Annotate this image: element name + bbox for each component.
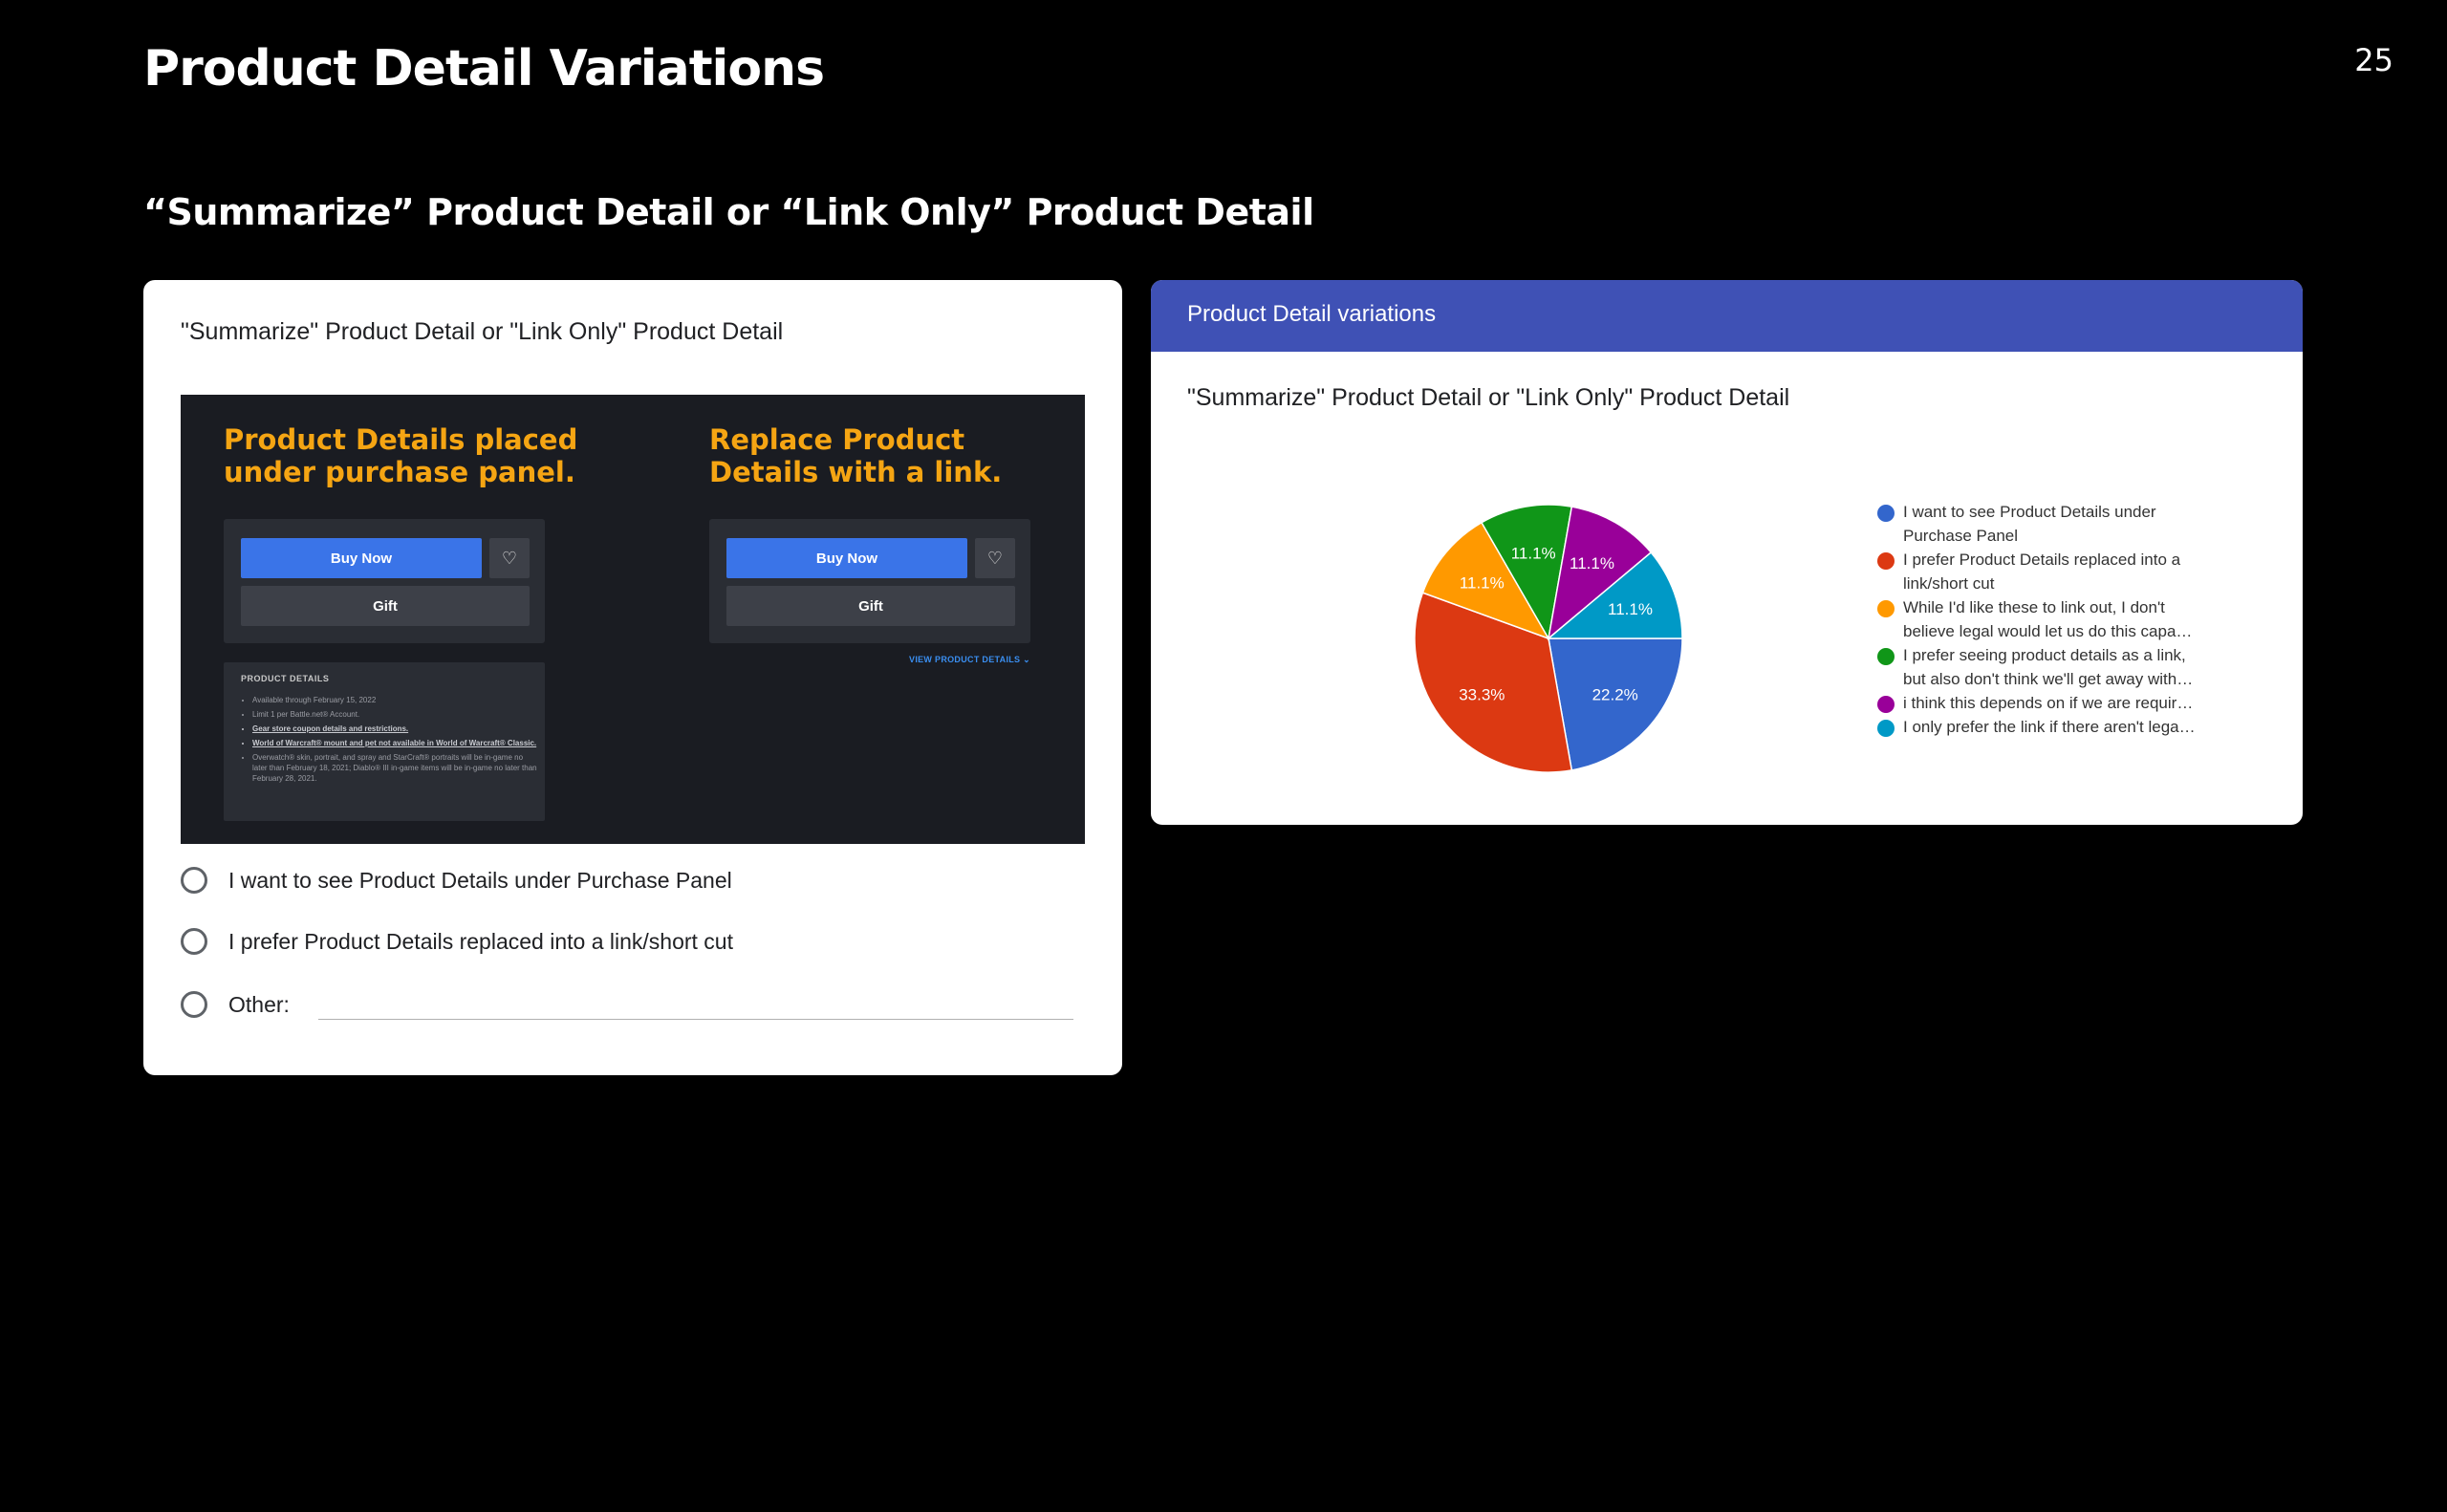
page-number: 25 (2354, 42, 2393, 78)
slice-label: 33.3% (1459, 685, 1505, 703)
slice-label: 11.1% (1460, 574, 1505, 593)
option-other[interactable]: Other: (181, 987, 290, 1022)
legend-label: While I'd like these to link out, I don'… (1903, 598, 2193, 640)
legend-item: I prefer Product Details replaced into a… (1877, 548, 2260, 595)
legend-label: i think this depends on if we are requir… (1903, 694, 2194, 712)
legend-item: I only prefer the link if there aren't l… (1877, 715, 2260, 739)
legend-label: I prefer seeing product details as a lin… (1903, 646, 2194, 688)
slice-label: 11.1% (1511, 544, 1556, 562)
details-item: Overwatch® skin, portrait, and spray and… (252, 752, 539, 784)
option-label: Other: (228, 991, 290, 1017)
legend-item: I prefer seeing product details as a lin… (1877, 643, 2260, 691)
legend-swatch (1877, 720, 1895, 737)
legend-item: I want to see Product Details under Purc… (1877, 500, 2260, 548)
buy-now-button: Buy Now (726, 538, 967, 578)
legend-label: I want to see Product Details under Purc… (1903, 503, 2156, 545)
form-question-card: "Summarize" Product Detail or "Link Only… (143, 280, 1122, 1075)
legend-label: I prefer Product Details replaced into a… (1903, 551, 2181, 593)
purchase-panel: Buy Now ♡ Gift (224, 519, 545, 643)
details-item: World of Warcraft® mount and pet not ava… (252, 738, 539, 748)
chart-legend: I want to see Product Details under Purc… (1877, 500, 2260, 739)
option-purchase-panel[interactable]: I want to see Product Details under Purc… (181, 863, 732, 897)
radio-button[interactable] (181, 991, 207, 1018)
gift-button: Gift (241, 586, 530, 626)
mockup-heading-a: Product Details placed under purchase pa… (224, 423, 578, 488)
radio-button[interactable] (181, 867, 207, 894)
slice-label: 11.1% (1608, 600, 1653, 618)
slice-label: 11.1% (1570, 554, 1614, 572)
legend-item: i think this depends on if we are requir… (1877, 691, 2260, 715)
option-link-short-cut[interactable]: I prefer Product Details replaced into a… (181, 924, 733, 959)
legend-swatch (1877, 505, 1895, 522)
option-label: I prefer Product Details replaced into a… (228, 928, 733, 954)
details-list: Available through February 15, 2022 Limi… (241, 695, 539, 788)
details-heading: PRODUCT DETAILS (241, 674, 330, 683)
gift-button: Gift (726, 586, 1015, 626)
product-details-box: PRODUCT DETAILS Available through Februa… (224, 662, 545, 821)
legend-swatch (1877, 648, 1895, 665)
mockup-image: Product Details placed under purchase pa… (181, 395, 1085, 844)
details-item: Available through February 15, 2022 (252, 695, 539, 705)
option-label: I want to see Product Details under Purc… (228, 867, 732, 893)
legend-item: While I'd like these to link out, I don'… (1877, 595, 2260, 643)
question-title: "Summarize" Product Detail or "Link Only… (181, 318, 784, 345)
heart-icon: ♡ (489, 538, 530, 578)
legend-swatch (1877, 600, 1895, 617)
purchase-panel: Buy Now ♡ Gift (709, 519, 1030, 643)
legend-swatch (1877, 552, 1895, 570)
radio-button[interactable] (181, 928, 207, 955)
legend-label: I only prefer the link if there aren't l… (1903, 718, 2196, 736)
slide-title: Product Detail Variations (143, 40, 825, 97)
heart-icon: ♡ (975, 538, 1015, 578)
details-item: Gear store coupon details and restrictio… (252, 724, 539, 734)
slide-subtitle: “Summarize” Product Detail or “Link Only… (143, 191, 1314, 233)
legend-swatch (1877, 696, 1895, 713)
details-item: Limit 1 per Battle.net® Account. (252, 709, 539, 720)
mockup-heading-b: Replace Product Details with a link. (709, 423, 1003, 488)
buy-now-button: Buy Now (241, 538, 482, 578)
view-product-details-link: VIEW PRODUCT DETAILS ⌄ (909, 655, 1030, 664)
slice-label: 22.2% (1592, 685, 1638, 703)
other-text-input[interactable] (318, 1019, 1073, 1020)
results-card: Product Detail variations "Summarize" Pr… (1151, 280, 2303, 825)
